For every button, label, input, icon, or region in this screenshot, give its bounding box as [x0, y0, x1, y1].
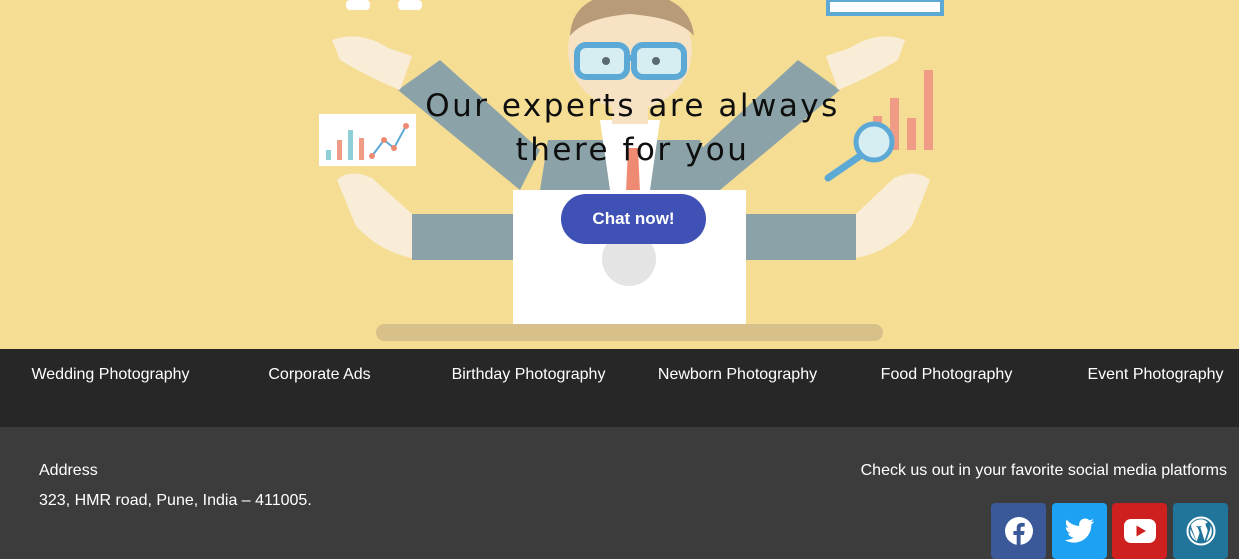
twitter-button[interactable] — [1052, 503, 1107, 559]
address-text: 323, HMR road, Pune, India – 411005. — [39, 492, 312, 509]
hero-title: Our experts are always there for you — [380, 84, 885, 172]
footer: Address 323, HMR road, Pune, India – 411… — [0, 427, 1239, 559]
service-link-corporate-ads[interactable]: Corporate Ads — [215, 366, 424, 384]
service-link-food-photography[interactable]: Food Photography — [842, 366, 1051, 384]
youtube-button[interactable] — [1112, 503, 1167, 559]
wordpress-button[interactable] — [1173, 503, 1228, 559]
service-link-birthday-photography[interactable]: Birthday Photography — [424, 366, 633, 384]
hero-section: Our experts are always there for you Cha… — [0, 0, 1239, 349]
facebook-icon — [1004, 517, 1033, 545]
address-heading: Address — [39, 462, 98, 479]
service-link-newborn-photography[interactable]: Newborn Photography — [633, 366, 842, 384]
services-nav: Wedding Photography Corporate Ads Birthd… — [0, 349, 1239, 427]
youtube-icon — [1123, 519, 1156, 543]
wordpress-icon — [1186, 516, 1215, 546]
social-heading: Check us out in your favorite social med… — [860, 462, 1227, 479]
facebook-button[interactable] — [991, 503, 1046, 559]
hero-title-line1: Our experts are always — [425, 88, 840, 124]
chat-now-button[interactable]: Chat now! — [561, 194, 706, 244]
hero-title-line2: there for you — [515, 132, 750, 168]
support-agent-illustration — [319, 0, 944, 341]
twitter-icon — [1064, 518, 1094, 543]
service-link-event-photography[interactable]: Event Photography — [1051, 366, 1239, 384]
service-link-wedding-photography[interactable]: Wedding Photography — [6, 366, 215, 384]
